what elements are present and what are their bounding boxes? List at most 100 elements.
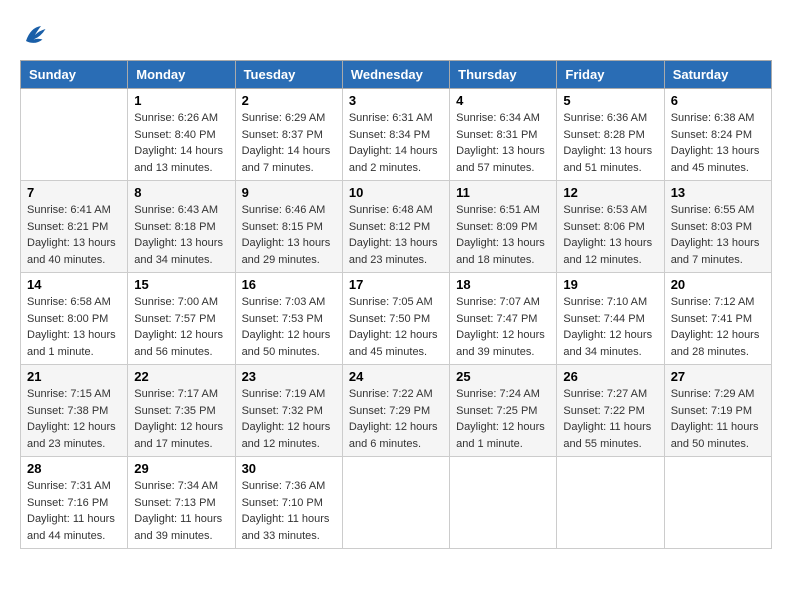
calendar-cell [664,457,771,549]
calendar-cell: 21 Sunrise: 7:15 AM Sunset: 7:38 PM Dayli… [21,365,128,457]
calendar-cell: 23 Sunrise: 7:19 AM Sunset: 7:32 PM Dayli… [235,365,342,457]
day-info: Sunrise: 6:31 AM Sunset: 8:34 PM Dayligh… [349,110,443,176]
calendar-header-row: SundayMondayTuesdayWednesdayThursdayFrid… [21,61,772,89]
day-number: 5 [563,93,657,108]
day-info: Sunrise: 7:15 AM Sunset: 7:38 PM Dayligh… [27,386,121,452]
day-number: 19 [563,277,657,292]
calendar-cell: 11 Sunrise: 6:51 AM Sunset: 8:09 PM Dayli… [450,181,557,273]
column-header-tuesday: Tuesday [235,61,342,89]
day-number: 6 [671,93,765,108]
calendar-week-row: 1 Sunrise: 6:26 AM Sunset: 8:40 PM Daylig… [21,89,772,181]
day-number: 2 [242,93,336,108]
day-info: Sunrise: 6:48 AM Sunset: 8:12 PM Dayligh… [349,202,443,268]
day-number: 11 [456,185,550,200]
calendar-cell: 10 Sunrise: 6:48 AM Sunset: 8:12 PM Dayli… [342,181,449,273]
day-number: 18 [456,277,550,292]
calendar-week-row: 14 Sunrise: 6:58 AM Sunset: 8:00 PM Dayli… [21,273,772,365]
day-info: Sunrise: 7:29 AM Sunset: 7:19 PM Dayligh… [671,386,765,452]
day-number: 14 [27,277,121,292]
day-number: 25 [456,369,550,384]
calendar-cell: 12 Sunrise: 6:53 AM Sunset: 8:06 PM Dayli… [557,181,664,273]
day-number: 17 [349,277,443,292]
day-number: 20 [671,277,765,292]
day-info: Sunrise: 7:10 AM Sunset: 7:44 PM Dayligh… [563,294,657,360]
day-info: Sunrise: 6:58 AM Sunset: 8:00 PM Dayligh… [27,294,121,360]
day-info: Sunrise: 6:55 AM Sunset: 8:03 PM Dayligh… [671,202,765,268]
day-info: Sunrise: 7:31 AM Sunset: 7:16 PM Dayligh… [27,478,121,544]
calendar-cell [342,457,449,549]
day-number: 13 [671,185,765,200]
calendar-cell: 3 Sunrise: 6:31 AM Sunset: 8:34 PM Daylig… [342,89,449,181]
day-info: Sunrise: 7:12 AM Sunset: 7:41 PM Dayligh… [671,294,765,360]
calendar-cell: 27 Sunrise: 7:29 AM Sunset: 7:19 PM Dayli… [664,365,771,457]
day-info: Sunrise: 7:36 AM Sunset: 7:10 PM Dayligh… [242,478,336,544]
day-info: Sunrise: 7:22 AM Sunset: 7:29 PM Dayligh… [349,386,443,452]
day-info: Sunrise: 7:17 AM Sunset: 7:35 PM Dayligh… [134,386,228,452]
calendar-cell: 15 Sunrise: 7:00 AM Sunset: 7:57 PM Dayli… [128,273,235,365]
column-header-sunday: Sunday [21,61,128,89]
day-info: Sunrise: 6:41 AM Sunset: 8:21 PM Dayligh… [27,202,121,268]
column-header-saturday: Saturday [664,61,771,89]
day-number: 27 [671,369,765,384]
day-number: 26 [563,369,657,384]
calendar-cell: 22 Sunrise: 7:17 AM Sunset: 7:35 PM Dayli… [128,365,235,457]
day-info: Sunrise: 6:51 AM Sunset: 8:09 PM Dayligh… [456,202,550,268]
calendar-cell: 9 Sunrise: 6:46 AM Sunset: 8:15 PM Daylig… [235,181,342,273]
calendar-cell: 14 Sunrise: 6:58 AM Sunset: 8:00 PM Dayli… [21,273,128,365]
day-info: Sunrise: 6:38 AM Sunset: 8:24 PM Dayligh… [671,110,765,176]
calendar-cell: 8 Sunrise: 6:43 AM Sunset: 8:18 PM Daylig… [128,181,235,273]
day-info: Sunrise: 6:53 AM Sunset: 8:06 PM Dayligh… [563,202,657,268]
calendar-cell [557,457,664,549]
day-number: 9 [242,185,336,200]
calendar-table: SundayMondayTuesdayWednesdayThursdayFrid… [20,60,772,549]
day-info: Sunrise: 7:00 AM Sunset: 7:57 PM Dayligh… [134,294,228,360]
calendar-cell [21,89,128,181]
calendar-cell: 17Sunrise: 7:05 AM Sunset: 7:50 PM Dayli… [342,273,449,365]
calendar-cell: 30 Sunrise: 7:36 AM Sunset: 7:10 PM Dayli… [235,457,342,549]
day-number: 29 [134,461,228,476]
calendar-cell: 26 Sunrise: 7:27 AM Sunset: 7:22 PM Dayli… [557,365,664,457]
calendar-cell: 5Sunrise: 6:36 AM Sunset: 8:28 PM Daylig… [557,89,664,181]
day-info: Sunrise: 6:34 AM Sunset: 8:31 PM Dayligh… [456,110,550,176]
day-number: 4 [456,93,550,108]
day-number: 3 [349,93,443,108]
day-number: 10 [349,185,443,200]
day-number: 7 [27,185,121,200]
day-number: 12 [563,185,657,200]
day-number: 22 [134,369,228,384]
day-number: 23 [242,369,336,384]
day-number: 1 [134,93,228,108]
calendar-cell: 24 Sunrise: 7:22 AM Sunset: 7:29 PM Dayli… [342,365,449,457]
day-number: 24 [349,369,443,384]
day-info: Sunrise: 7:19 AM Sunset: 7:32 PM Dayligh… [242,386,336,452]
day-number: 15 [134,277,228,292]
calendar-cell: 20 Sunrise: 7:12 AM Sunset: 7:41 PM Dayli… [664,273,771,365]
calendar-cell: 4 Sunrise: 6:34 AM Sunset: 8:31 PM Daylig… [450,89,557,181]
calendar-cell [450,457,557,549]
calendar-cell: 16Sunrise: 7:03 AM Sunset: 7:53 PM Dayli… [235,273,342,365]
column-header-friday: Friday [557,61,664,89]
calendar-cell: 29 Sunrise: 7:34 AM Sunset: 7:13 PM Dayli… [128,457,235,549]
day-info: Sunrise: 6:46 AM Sunset: 8:15 PM Dayligh… [242,202,336,268]
day-info: Sunrise: 7:34 AM Sunset: 7:13 PM Dayligh… [134,478,228,544]
calendar-cell: 28Sunrise: 7:31 AM Sunset: 7:16 PM Dayli… [21,457,128,549]
logo [20,20,54,50]
calendar-cell: 25 Sunrise: 7:24 AM Sunset: 7:25 PM Dayli… [450,365,557,457]
day-info: Sunrise: 7:24 AM Sunset: 7:25 PM Dayligh… [456,386,550,452]
day-info: Sunrise: 7:27 AM Sunset: 7:22 PM Dayligh… [563,386,657,452]
day-info: Sunrise: 7:07 AM Sunset: 7:47 PM Dayligh… [456,294,550,360]
day-info: Sunrise: 6:26 AM Sunset: 8:40 PM Dayligh… [134,110,228,176]
day-info: Sunrise: 6:43 AM Sunset: 8:18 PM Dayligh… [134,202,228,268]
logo-icon [20,20,50,50]
calendar-cell: 6 Sunrise: 6:38 AM Sunset: 8:24 PM Daylig… [664,89,771,181]
calendar-week-row: 21 Sunrise: 7:15 AM Sunset: 7:38 PM Dayli… [21,365,772,457]
calendar-cell: 13 Sunrise: 6:55 AM Sunset: 8:03 PM Dayli… [664,181,771,273]
calendar-cell: 19 Sunrise: 7:10 AM Sunset: 7:44 PM Dayli… [557,273,664,365]
day-number: 30 [242,461,336,476]
column-header-thursday: Thursday [450,61,557,89]
calendar-cell: 7 Sunrise: 6:41 AM Sunset: 8:21 PM Daylig… [21,181,128,273]
day-number: 8 [134,185,228,200]
day-number: 21 [27,369,121,384]
calendar-cell: 2Sunrise: 6:29 AM Sunset: 8:37 PM Daylig… [235,89,342,181]
column-header-monday: Monday [128,61,235,89]
